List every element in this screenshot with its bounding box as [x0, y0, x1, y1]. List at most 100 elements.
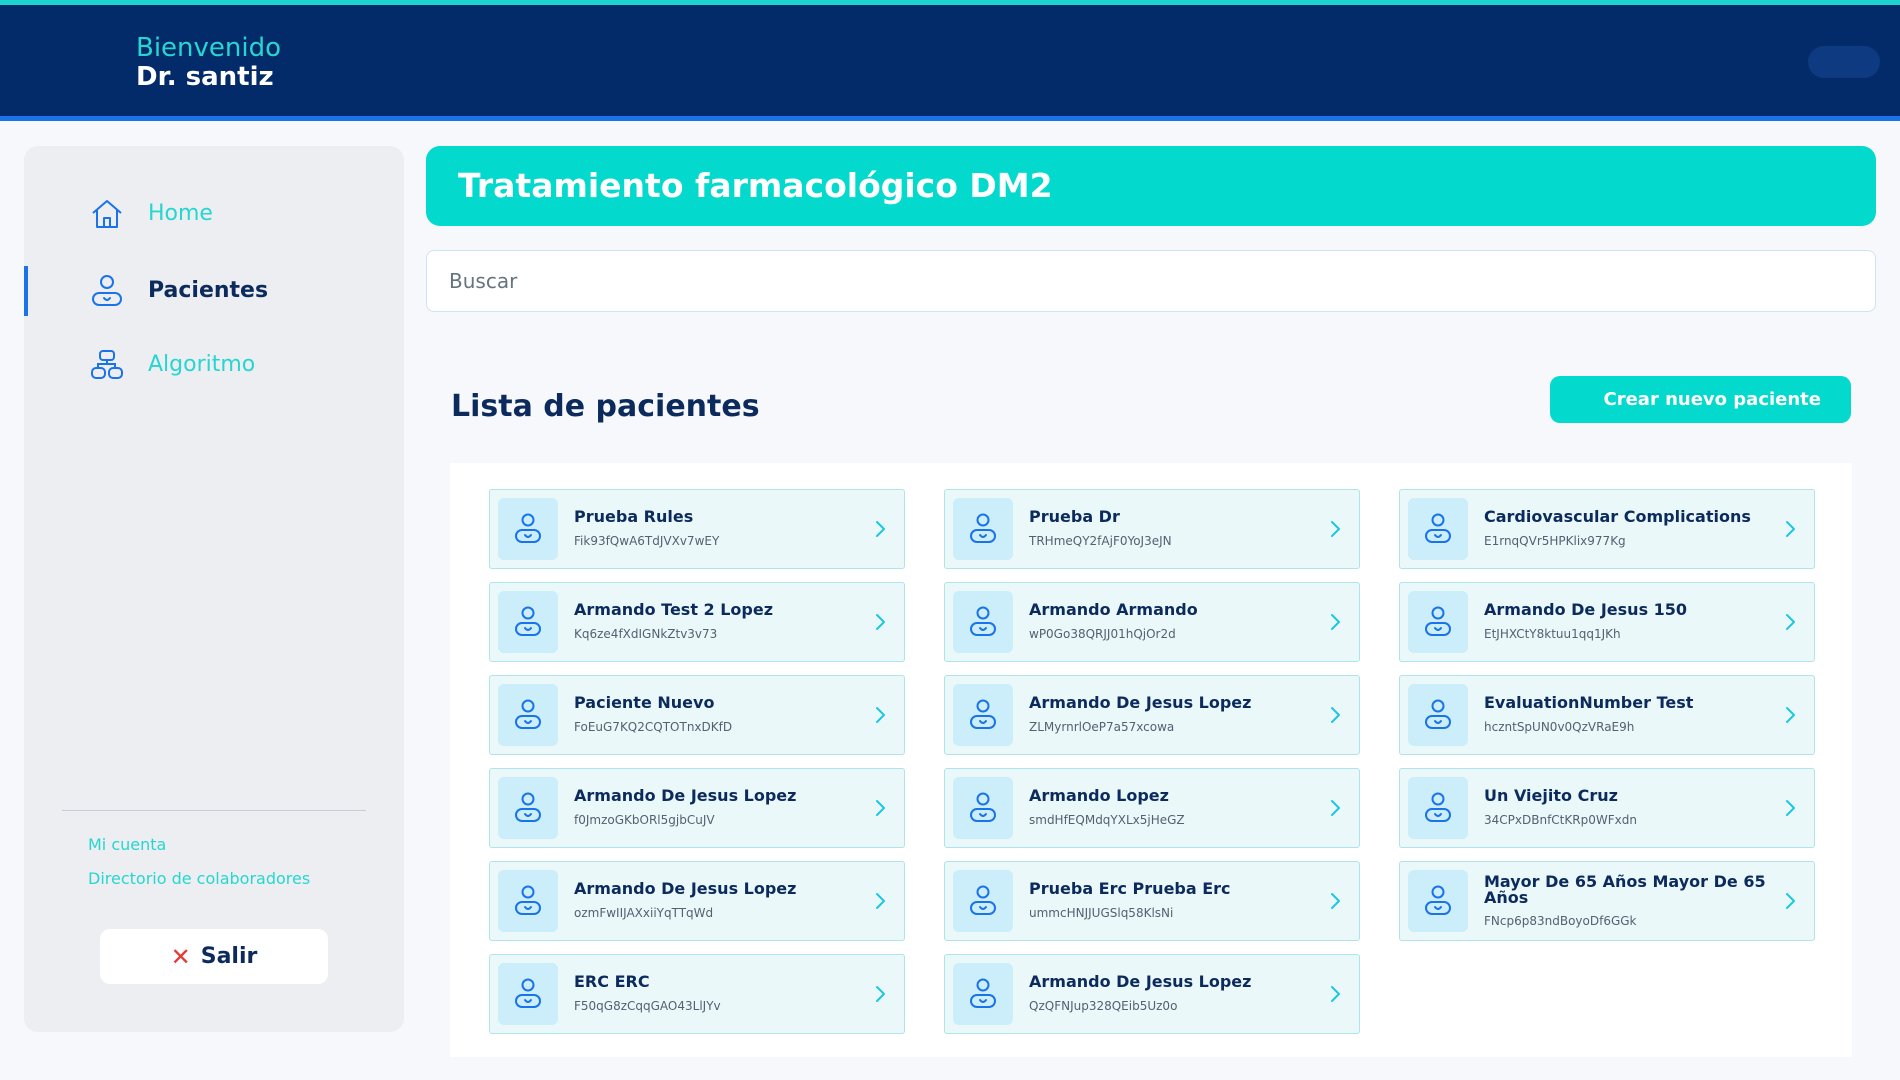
- chevron-right-icon: [1782, 704, 1798, 726]
- patient-name: Prueba Rules: [574, 507, 694, 526]
- patient-card[interactable]: Prueba Dr TRHmeQY2fAjF0YoJ3eJN: [944, 489, 1360, 569]
- patient-id: Kq6ze4fXdIGNkZtv3v73: [574, 627, 718, 641]
- patient-id: ZLMyrnrlOeP7a57xcowa: [1029, 720, 1175, 734]
- chevron-right-icon: [1327, 797, 1343, 819]
- patient-card[interactable]: Armando Test 2 Lopez Kq6ze4fXdIGNkZtv3v73: [489, 582, 905, 662]
- patient-name: EvaluationNumber Test: [1484, 693, 1694, 712]
- patient-id: QzQFNJup328QEib5Uz0o: [1029, 999, 1178, 1013]
- chevron-right-icon: [872, 890, 888, 912]
- patient-avatar-icon: [498, 963, 558, 1025]
- sidebar-item-algoritmo[interactable]: Algoritmo: [24, 340, 404, 390]
- patient-id: TRHmeQY2fAjF0YoJ3eJN: [1029, 534, 1172, 548]
- patient-card[interactable]: Prueba Erc Prueba Erc ummcHNJJUGSlq58KlsN…: [944, 861, 1360, 941]
- patient-id: ozmFwIIJAXxiiYqTTqWd: [574, 906, 714, 920]
- patient-id: FNcp6p83ndBoyoDf6GGk: [1484, 914, 1637, 928]
- patients-list-title: Lista de pacientes: [451, 389, 760, 424]
- sidebar: Home Pacientes Algoritmo Mi cuenta Direc…: [24, 146, 404, 1032]
- top-header: Bienvenido Dr. santiz: [0, 0, 1900, 121]
- patient-id: smdHfEQMdqYXLx5jHeGZ: [1029, 813, 1185, 827]
- chevron-right-icon: [872, 797, 888, 819]
- patient-id: F50qG8zCqqGAO43LlJYv: [574, 999, 721, 1013]
- create-patient-button[interactable]: Crear nuevo paciente: [1550, 376, 1851, 423]
- patient-avatar-icon: [953, 963, 1013, 1025]
- chevron-right-icon: [1782, 890, 1798, 912]
- patient-avatar-icon: [498, 591, 558, 653]
- patient-card[interactable]: Armando Armando wP0Go38QRJJ01hQjOr2d: [944, 582, 1360, 662]
- patient-name: Armando Test 2 Lopez: [574, 600, 774, 619]
- patient-avatar-icon: [953, 498, 1013, 560]
- patient-card[interactable]: Un Viejito Cruz 34CPxDBnfCtKRp0WFxdn: [1399, 768, 1815, 848]
- patient-name: Mayor De 65 Años Mayor De 65 Años: [1484, 872, 1766, 907]
- patient-card[interactable]: Armando De Jesus Lopez QzQFNJup328QEib5Uz…: [944, 954, 1360, 1034]
- algorithm-icon: [90, 348, 124, 382]
- welcome-block: Bienvenido Dr. santiz: [136, 35, 281, 90]
- patient-avatar-icon: [1408, 591, 1468, 653]
- patient-avatar-icon: [498, 498, 558, 560]
- logout-label: Salir: [200, 944, 258, 969]
- patient-id: EtJHXCtY8ktuu1qq1JKh: [1484, 627, 1621, 641]
- patient-card[interactable]: Paciente Nuevo FoEuG7KQ2CQTOTnxDKfD: [489, 675, 905, 755]
- my-account-link[interactable]: Mi cuenta: [88, 835, 166, 854]
- patient-card[interactable]: Armando De Jesus Lopez ozmFwIIJAXxiiYqTTq…: [489, 861, 905, 941]
- patient-id: wP0Go38QRJJ01hQjOr2d: [1029, 627, 1176, 641]
- patients-list: Prueba Rules Fik93fQwA6TdJVXv7wEY Prueba D…: [450, 463, 1852, 1057]
- patient-name: Armando De Jesus Lopez: [574, 786, 797, 805]
- chevron-right-icon: [1327, 518, 1343, 540]
- sidebar-item-label: Algoritmo: [148, 352, 256, 377]
- patient-card[interactable]: Armando De Jesus Lopez f0JmzoGKbORl5gjbCu…: [489, 768, 905, 848]
- chevron-right-icon: [1782, 797, 1798, 819]
- patient-card[interactable]: Mayor De 65 Años Mayor De 65 Años FNcp6p8…: [1399, 861, 1815, 941]
- search-input[interactable]: [426, 250, 1876, 312]
- patient-id: ummcHNJJUGSlq58KlsNi: [1029, 906, 1174, 920]
- chevron-right-icon: [872, 704, 888, 726]
- user-menu-button[interactable]: [1808, 46, 1880, 78]
- sidebar-item-label: Pacientes: [148, 278, 269, 303]
- patient-card[interactable]: Armando De Jesus Lopez ZLMyrnrlOeP7a57xco…: [944, 675, 1360, 755]
- patient-name: Armando Armando: [1029, 600, 1198, 619]
- patient-name: Armando De Jesus 150: [1484, 600, 1688, 619]
- patient-name: Armando De Jesus Lopez: [1029, 972, 1252, 991]
- chevron-right-icon: [872, 518, 888, 540]
- chevron-right-icon: [1782, 611, 1798, 633]
- patient-id: Fik93fQwA6TdJVXv7wEY: [574, 534, 720, 548]
- patient-card[interactable]: Prueba Rules Fik93fQwA6TdJVXv7wEY: [489, 489, 905, 569]
- patient-name: Cardiovascular Complications: [1484, 507, 1751, 526]
- patient-id: f0JmzoGKbORl5gjbCuJV: [574, 813, 715, 827]
- chevron-right-icon: [1782, 518, 1798, 540]
- patient-id: hczntSpUN0v0QzVRaE9h: [1484, 720, 1635, 734]
- sidebar-divider: [62, 810, 366, 811]
- patient-avatar-icon: [953, 870, 1013, 932]
- patient-avatar-icon: [1408, 870, 1468, 932]
- sidebar-item-label: Home: [148, 201, 213, 226]
- patient-avatar-icon: [498, 777, 558, 839]
- patient-avatar-icon: [953, 777, 1013, 839]
- patient-card[interactable]: Armando De Jesus 150 EtJHXCtY8ktuu1qq1JKh: [1399, 582, 1815, 662]
- patient-icon: [90, 274, 124, 308]
- patient-avatar-icon: [1408, 498, 1468, 560]
- patient-card[interactable]: EvaluationNumber Test hczntSpUN0v0QzVRaE9…: [1399, 675, 1815, 755]
- patient-name: Armando Lopez: [1029, 786, 1169, 805]
- user-name: Dr. santiz: [136, 62, 274, 92]
- page-title: Tratamiento farmacológico DM2: [458, 166, 1053, 205]
- patient-name: ERC ERC: [574, 972, 650, 991]
- patient-avatar-icon: [498, 870, 558, 932]
- collaborators-directory-link[interactable]: Directorio de colaboradores: [88, 869, 310, 888]
- chevron-right-icon: [1327, 611, 1343, 633]
- patient-card[interactable]: ERC ERC F50qG8zCqqGAO43LlJYv: [489, 954, 905, 1034]
- patient-card[interactable]: Cardiovascular Complications E1rnqQVr5HPK…: [1399, 489, 1815, 569]
- sidebar-item-home[interactable]: Home: [24, 189, 404, 239]
- greeting-text: Bienvenido: [136, 33, 282, 63]
- patient-avatar-icon: [953, 591, 1013, 653]
- patient-name: Un Viejito Cruz: [1484, 786, 1618, 805]
- patient-id: FoEuG7KQ2CQTOTnxDKfD: [574, 720, 733, 734]
- chevron-right-icon: [1327, 983, 1343, 1005]
- page-title-banner: Tratamiento farmacológico DM2: [426, 146, 1876, 226]
- patient-id: 34CPxDBnfCtKRp0WFxdn: [1484, 813, 1637, 827]
- chevron-right-icon: [1327, 704, 1343, 726]
- patient-id: E1rnqQVr5HPKlix977Kg: [1484, 534, 1626, 548]
- logout-button[interactable]: ✕ Salir: [100, 929, 328, 984]
- patient-name: Paciente Nuevo: [574, 693, 715, 712]
- patient-card[interactable]: Armando Lopez smdHfEQMdqYXLx5jHeGZ: [944, 768, 1360, 848]
- patient-avatar-icon: [1408, 684, 1468, 746]
- sidebar-item-pacientes[interactable]: Pacientes: [24, 266, 404, 316]
